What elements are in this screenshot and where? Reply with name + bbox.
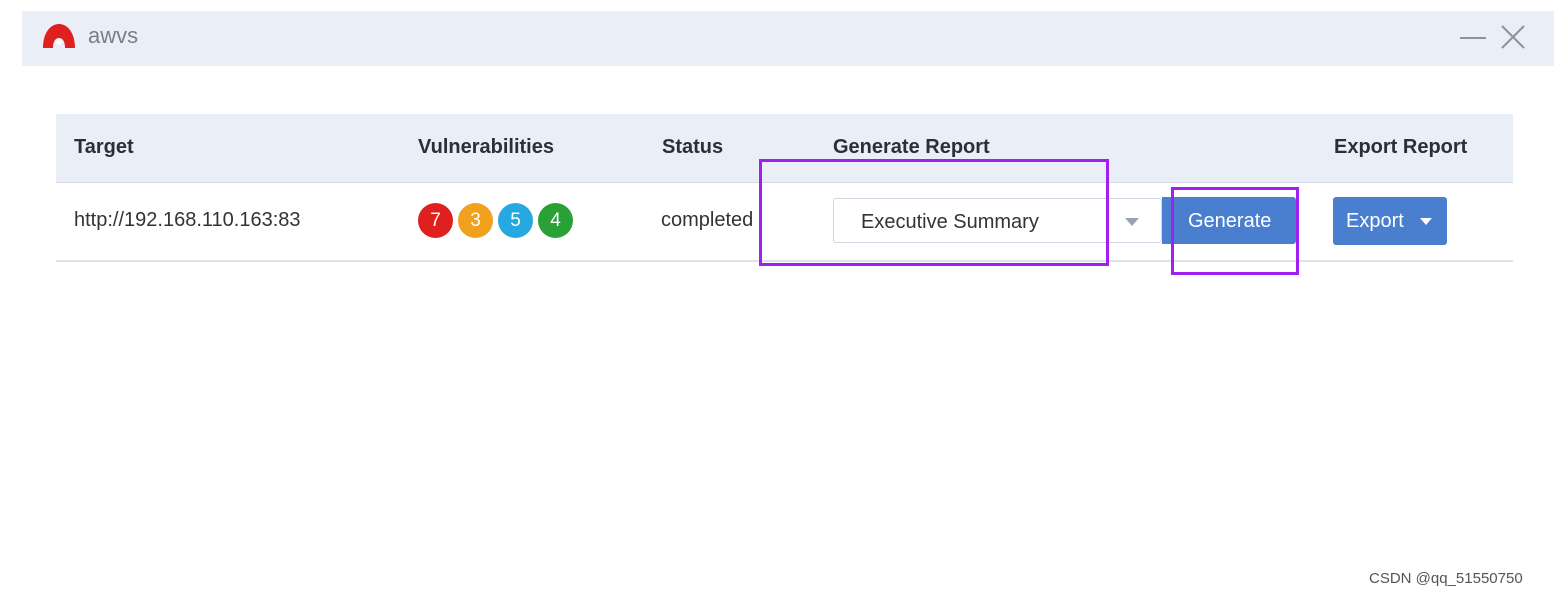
caret-down-icon <box>1420 218 1432 225</box>
window-titlebar: awvs <box>22 11 1554 66</box>
awvs-logo-icon <box>43 24 75 48</box>
info-severity-badge[interactable]: 4 <box>538 203 573 238</box>
targets-table: Target Vulnerabilities Status Generate R… <box>56 114 1513 262</box>
window-title: awvs <box>88 23 139 48</box>
header-vulnerabilities: Vulnerabilities <box>418 136 554 158</box>
report-template-select[interactable]: Executive Summary <box>833 198 1162 243</box>
export-button[interactable]: Export <box>1333 197 1447 245</box>
high-severity-badge[interactable]: 7 <box>418 203 453 238</box>
table-header: Target Vulnerabilities Status Generate R… <box>56 114 1513 183</box>
generate-button-label: Generate <box>1188 210 1272 232</box>
medium-severity-badge[interactable]: 3 <box>458 203 493 238</box>
vulnerability-badges: 7 3 5 4 <box>418 203 573 238</box>
minimize-icon[interactable] <box>1458 22 1488 52</box>
close-icon[interactable] <box>1498 22 1528 52</box>
report-template-value: Executive Summary <box>861 211 1039 233</box>
export-button-label: Export <box>1346 210 1404 232</box>
watermark: CSDN @qq_51550750 <box>1369 570 1523 587</box>
chevron-down-icon <box>1125 218 1139 226</box>
scan-status: completed <box>661 209 754 231</box>
header-export-report: Export Report <box>1334 136 1468 158</box>
header-status: Status <box>662 136 724 158</box>
low-severity-badge[interactable]: 5 <box>498 203 533 238</box>
target-url[interactable]: http://192.168.110.163:83 <box>74 208 301 232</box>
header-target: Target <box>74 136 134 158</box>
header-generate-report: Generate Report <box>833 136 990 158</box>
generate-button[interactable]: Generate <box>1162 197 1296 244</box>
